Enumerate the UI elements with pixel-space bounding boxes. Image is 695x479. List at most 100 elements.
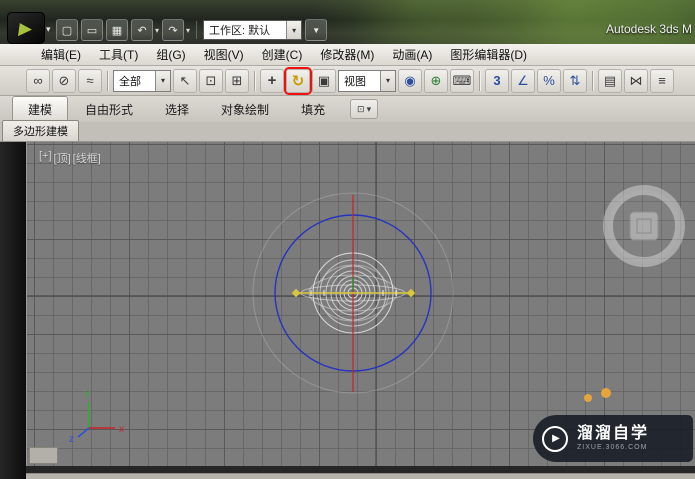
window-crossing-button[interactable]: ⊞ <box>225 68 249 93</box>
qat-customize-button[interactable]: ▼ <box>305 19 328 41</box>
undo-icon: ↶ <box>137 24 147 37</box>
select-and-move-button[interactable]: + <box>260 68 284 93</box>
ribbon-tab-bar: 建模 自由形式 选择 对象绘制 填充 ⊡ ▾ <box>0 96 695 122</box>
save-file-icon: ▦ <box>111 24 123 37</box>
menu-views[interactable]: 视图(V) <box>195 44 253 65</box>
toolbar-separator <box>254 70 255 91</box>
spinner-snap-icon: ⇅ <box>569 72 581 88</box>
named-sets-icon: ▤ <box>603 72 617 88</box>
toolbar-separator <box>592 70 593 91</box>
unlink-icon: ⊘ <box>58 72 70 88</box>
align-icon: ≡ <box>658 73 666 88</box>
reference-coordinate-caret-icon[interactable]: ▾ <box>380 70 395 91</box>
menu-tools[interactable]: 工具(T) <box>90 44 147 65</box>
viewport-menu-plus[interactable]: [+] <box>39 150 52 166</box>
select-and-rotate-button[interactable]: ↻ <box>286 68 310 93</box>
qat-separator <box>196 21 198 39</box>
main-toolbar: ∞ ⊘ ≈ 全部 ▾ ↖ ⊡ ⊞ + ↻ ▣ 视图 ▾ ◉ ⊕ ⌨ 3 ∠ % … <box>0 66 695 96</box>
ribbon-more-caret-icon: ▾ <box>366 103 372 114</box>
toolbar-separator <box>479 70 480 91</box>
menu-create[interactable]: 创建(C) <box>253 44 312 65</box>
viewport-top[interactable]: [+] [顶] [线框] Y x z ▶ 溜溜自学 ZIXUE.3066.COM <box>26 142 695 466</box>
select-and-link-button[interactable]: ∞ <box>26 68 50 93</box>
blue-circle-object[interactable] <box>274 214 432 372</box>
link-icon: ∞ <box>33 73 43 88</box>
wireframe-torus-object[interactable] <box>300 252 406 334</box>
mirror-icon: ⋈ <box>629 72 643 88</box>
align-button[interactable]: ≡ <box>650 68 674 93</box>
title-bar: ▶ ▾ ▢ ▭ ▦ ↶ ▾ ↷ ▾ 工作区: 默认 ▾ ▼ Autodesk 3… <box>0 0 695 44</box>
workspace-selector[interactable]: 工作区: 默认 ▾ <box>203 20 303 40</box>
edit-named-selection-sets-button[interactable]: ▤ <box>598 68 622 93</box>
play-icon: ▶ <box>552 433 560 444</box>
manipulate-icon: ⊕ <box>430 72 442 88</box>
quick-access-toolbar: ▢ ▭ ▦ ↶ ▾ ↷ ▾ 工作区: 默认 ▾ ▼ <box>56 19 328 41</box>
angle-snap-toggle-button[interactable]: ∠ <box>511 68 535 93</box>
workspace-selector-value: 工作区: 默认 <box>209 25 271 37</box>
use-pivot-point-center-button[interactable]: ◉ <box>398 68 422 93</box>
menu-graph-editors[interactable]: 图形编辑器(D) <box>441 44 536 65</box>
angle-snap-icon: ∠ <box>517 72 529 88</box>
ribbon-tab-freeform[interactable]: 自由形式 <box>70 97 148 122</box>
viewport-menu-shading[interactable]: [线框] <box>73 150 101 166</box>
ribbon-minimize-button[interactable]: ⊡ ▾ <box>350 99 379 119</box>
snap-3d-icon: 3 <box>493 73 501 88</box>
mirror-button[interactable]: ⋈ <box>624 68 648 93</box>
viewcube[interactable] <box>603 185 685 267</box>
undo-button[interactable]: ↶ <box>131 19 153 41</box>
menu-group[interactable]: 组(G) <box>147 44 194 65</box>
selection-filter-caret-icon[interactable]: ▾ <box>155 70 170 91</box>
new-file-button[interactable]: ▢ <box>56 19 78 41</box>
spinner-snap-toggle-button[interactable]: ⇅ <box>563 68 587 93</box>
rectangular-region-icon: ⊡ <box>205 72 217 88</box>
world-axis-tripod: Y x z <box>69 390 124 445</box>
ribbon-panel-tab-bar: 多边形建模 <box>0 120 695 142</box>
selection-region-button[interactable]: ⊡ <box>199 68 223 93</box>
axis-label-z: z <box>69 434 74 445</box>
redo-button[interactable]: ↷ <box>162 19 185 41</box>
3ds-max-logo[interactable]: ▶ <box>7 12 45 44</box>
snaps-toggle-button[interactable]: 3 <box>485 68 509 93</box>
new-file-icon: ▢ <box>61 24 73 37</box>
ribbon-tab-object-paint[interactable]: 对象绘制 <box>206 97 284 122</box>
menu-edit[interactable]: 编辑(E) <box>32 44 90 65</box>
select-object-button[interactable]: ↖ <box>173 68 197 93</box>
menu-animation[interactable]: 动画(A) <box>383 44 441 65</box>
open-file-icon: ▭ <box>86 24 98 37</box>
viewport-bottom-track[interactable] <box>26 466 695 473</box>
move-icon: + <box>267 72 277 89</box>
selection-filter-value: 全部 <box>119 75 141 88</box>
selection-filter-dropdown[interactable]: 全部 ▾ <box>113 69 171 92</box>
menu-modifiers[interactable]: 修改器(M) <box>311 44 383 65</box>
ribbon-tab-modeling[interactable]: 建模 <box>12 96 69 122</box>
bind-to-space-warp-button[interactable]: ≈ <box>78 68 102 93</box>
redo-history-caret-icon[interactable]: ▾ <box>186 26 190 35</box>
watermark: ▶ 溜溜自学 zixue.3066.com <box>533 415 693 462</box>
pivot-center-icon: ◉ <box>404 72 416 88</box>
bind-space-warp-icon: ≈ <box>86 73 94 88</box>
undo-history-caret-icon[interactable]: ▾ <box>155 26 159 35</box>
viewport-layout-tab-strip[interactable] <box>0 142 26 479</box>
watermark-url: zixue.3066.com <box>577 443 648 451</box>
viewport-menu-view[interactable]: [顶] <box>54 150 71 166</box>
workspace-caret-icon[interactable]: ▾ <box>286 21 302 39</box>
watermark-text: 溜溜自学 zixue.3066.com <box>577 425 649 451</box>
keyboard-shortcut-override-button[interactable]: ⌨ <box>450 68 474 93</box>
ribbon-tab-populate[interactable]: 填充 <box>286 97 340 122</box>
ribbon-more-icon: ⊡ <box>357 103 365 114</box>
app-menu-caret-icon[interactable]: ▾ <box>46 24 51 35</box>
select-and-scale-button[interactable]: ▣ <box>312 68 336 93</box>
reference-coordinate-dropdown[interactable]: 视图 ▾ <box>338 69 396 92</box>
percent-snap-toggle-button[interactable]: % <box>537 68 561 93</box>
redo-icon: ↷ <box>168 24 178 37</box>
window-bottom-border <box>26 473 695 479</box>
yellow-spline-object[interactable] <box>291 288 416 298</box>
save-file-button[interactable]: ▦ <box>106 19 128 41</box>
unlink-selection-button[interactable]: ⊘ <box>52 68 76 93</box>
open-file-button[interactable]: ▭ <box>81 19 103 41</box>
window-crossing-icon: ⊞ <box>231 72 243 88</box>
select-and-manipulate-button[interactable]: ⊕ <box>424 68 448 93</box>
panel-tab-polygon-modeling[interactable]: 多边形建模 <box>2 120 79 141</box>
ribbon-tab-selection[interactable]: 选择 <box>150 97 204 122</box>
viewport-label: [+] [顶] [线框] <box>39 150 101 166</box>
